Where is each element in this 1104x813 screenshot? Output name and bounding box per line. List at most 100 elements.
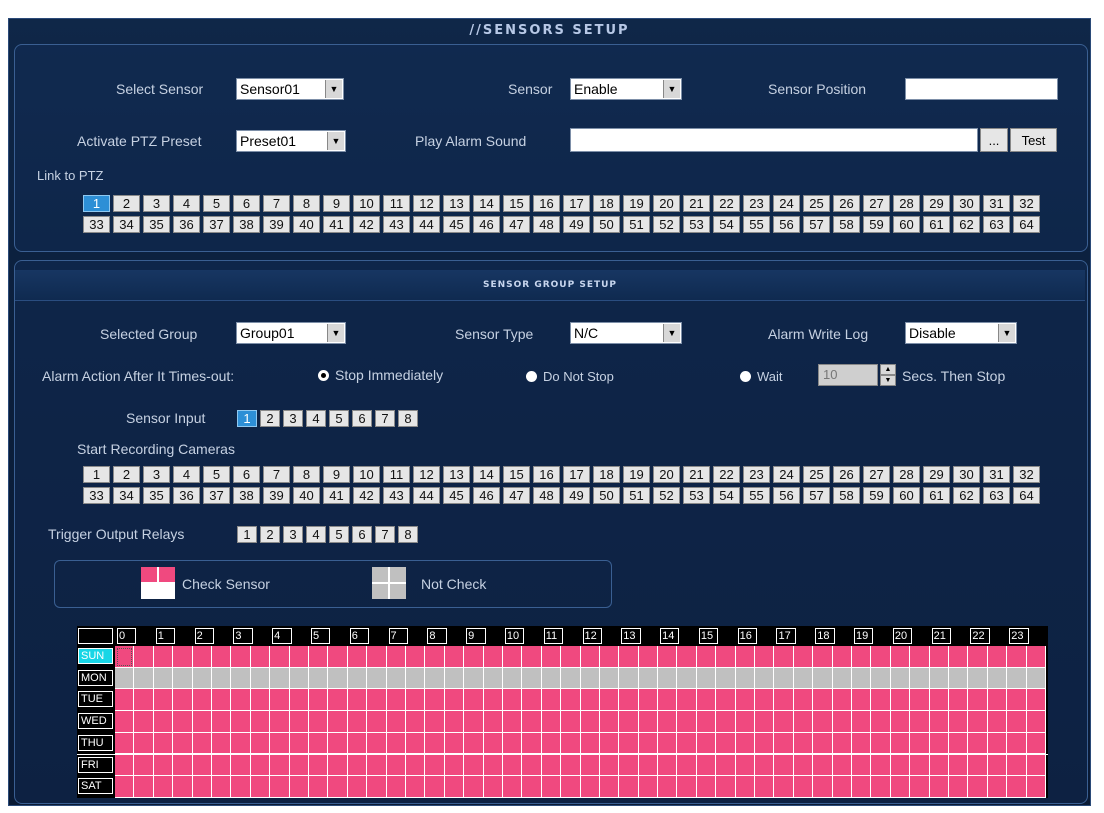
radio-wait[interactable]: Wait <box>740 369 783 384</box>
schedule-cell[interactable] <box>619 667 639 690</box>
schedule-cell[interactable] <box>890 776 911 798</box>
alarm-write-log-dropdown[interactable]: Disable ▼ <box>905 322 1017 344</box>
schedule-cell[interactable] <box>1007 776 1027 798</box>
schedule-cell[interactable] <box>677 646 697 668</box>
camera-button-33[interactable]: 33 <box>83 487 110 504</box>
schedule-cell[interactable] <box>949 646 969 668</box>
schedule-cell[interactable] <box>425 646 445 668</box>
ptz-button-26[interactable]: 26 <box>833 195 860 212</box>
schedule-cell[interactable] <box>425 667 445 690</box>
schedule-cell[interactable] <box>231 776 251 798</box>
schedule-cell[interactable] <box>386 689 406 712</box>
schedule-cell[interactable] <box>968 667 988 690</box>
schedule-cell[interactable] <box>231 711 251 733</box>
schedule-cell[interactable] <box>580 646 600 668</box>
schedule-cell[interactable] <box>949 754 969 777</box>
camera-button-47[interactable]: 47 <box>503 487 530 504</box>
schedule-cell[interactable] <box>619 711 639 733</box>
schedule-cell[interactable] <box>464 646 484 668</box>
ptz-button-7[interactable]: 7 <box>263 195 290 212</box>
test-button[interactable]: Test <box>1010 128 1057 152</box>
schedule-cell[interactable] <box>231 667 251 690</box>
schedule-cell[interactable] <box>541 732 562 755</box>
schedule-cell[interactable] <box>561 776 581 798</box>
schedule-cell[interactable] <box>270 754 290 777</box>
schedule-cell[interactable] <box>211 711 232 733</box>
schedule-cell[interactable] <box>987 667 1008 690</box>
schedule-cell[interactable] <box>735 646 756 668</box>
not-check-swatch[interactable] <box>372 567 406 599</box>
schedule-cell[interactable] <box>871 667 891 690</box>
schedule-cell[interactable] <box>328 711 348 733</box>
schedule-cell[interactable] <box>211 754 232 777</box>
schedule-cell[interactable] <box>308 667 329 690</box>
schedule-cell[interactable] <box>405 711 426 733</box>
hour-label-22[interactable]: 22 <box>970 628 990 644</box>
schedule-cell[interactable] <box>677 732 697 755</box>
hour-label-16[interactable]: 16 <box>737 628 758 644</box>
schedule-cell[interactable] <box>929 732 950 755</box>
ptz-button-16[interactable]: 16 <box>533 195 560 212</box>
camera-button-30[interactable]: 30 <box>953 466 980 483</box>
schedule-cell[interactable] <box>813 689 833 712</box>
ptz-button-44[interactable]: 44 <box>413 216 440 233</box>
schedule-cell[interactable] <box>1007 711 1027 733</box>
ptz-button-24[interactable]: 24 <box>773 195 800 212</box>
camera-button-45[interactable]: 45 <box>443 487 470 504</box>
hour-label-3[interactable]: 3 <box>233 628 253 644</box>
schedule-cell[interactable] <box>910 667 930 690</box>
schedule-cell[interactable] <box>949 776 969 798</box>
schedule-cell[interactable] <box>522 667 542 690</box>
schedule-cell[interactable] <box>658 776 678 798</box>
schedule-cell[interactable] <box>987 689 1008 712</box>
schedule-cell[interactable] <box>250 667 271 690</box>
schedule-cell[interactable] <box>444 689 465 712</box>
schedule-cell[interactable] <box>890 646 911 668</box>
schedule-cell[interactable] <box>192 732 212 755</box>
schedule-cell[interactable] <box>1026 754 1046 777</box>
schedule-cell[interactable] <box>464 711 484 733</box>
ptz-button-58[interactable]: 58 <box>833 216 860 233</box>
schedule-cell[interactable] <box>638 646 659 668</box>
schedule-cell[interactable] <box>852 776 872 798</box>
camera-button-16[interactable]: 16 <box>533 466 560 483</box>
schedule-cell[interactable] <box>793 667 814 690</box>
day-label-fri[interactable]: FRI <box>78 756 113 773</box>
ptz-button-8[interactable]: 8 <box>293 195 320 212</box>
schedule-cell[interactable] <box>289 776 309 798</box>
activate-ptz-dropdown[interactable]: Preset01 ▼ <box>236 130 346 152</box>
schedule-cell[interactable] <box>153 689 174 712</box>
camera-button-35[interactable]: 35 <box>143 487 170 504</box>
relay-button-4[interactable]: 4 <box>306 526 326 543</box>
schedule-cell[interactable] <box>658 754 678 777</box>
schedule-cell[interactable] <box>464 732 484 755</box>
schedule-cell[interactable] <box>115 732 135 755</box>
schedule-cell[interactable] <box>270 646 290 668</box>
schedule-cell[interactable] <box>852 646 872 668</box>
ptz-button-2[interactable]: 2 <box>113 195 140 212</box>
ptz-button-53[interactable]: 53 <box>683 216 710 233</box>
schedule-cell[interactable] <box>289 754 309 777</box>
schedule-cell[interactable] <box>735 689 756 712</box>
schedule-cell[interactable] <box>832 754 853 777</box>
schedule-cell[interactable] <box>328 776 348 798</box>
schedule-cell[interactable] <box>425 711 445 733</box>
schedule-cell[interactable] <box>677 776 697 798</box>
hour-label-9[interactable]: 9 <box>466 628 486 644</box>
ptz-button-6[interactable]: 6 <box>233 195 260 212</box>
schedule-cell[interactable] <box>852 754 872 777</box>
schedule-cell[interactable] <box>580 776 600 798</box>
camera-button-58[interactable]: 58 <box>833 487 860 504</box>
schedule-cell[interactable] <box>677 711 697 733</box>
schedule-cell[interactable] <box>483 776 503 798</box>
camera-button-12[interactable]: 12 <box>413 466 440 483</box>
ptz-button-50[interactable]: 50 <box>593 216 620 233</box>
hour-label-0[interactable]: 0 <box>117 628 137 644</box>
camera-button-62[interactable]: 62 <box>953 487 980 504</box>
schedule-cell[interactable] <box>561 689 581 712</box>
camera-button-52[interactable]: 52 <box>653 487 680 504</box>
ptz-button-45[interactable]: 45 <box>443 216 470 233</box>
schedule-cell[interactable] <box>987 776 1008 798</box>
schedule-cell[interactable] <box>716 754 736 777</box>
sensor-input-button-2[interactable]: 2 <box>260 410 280 427</box>
